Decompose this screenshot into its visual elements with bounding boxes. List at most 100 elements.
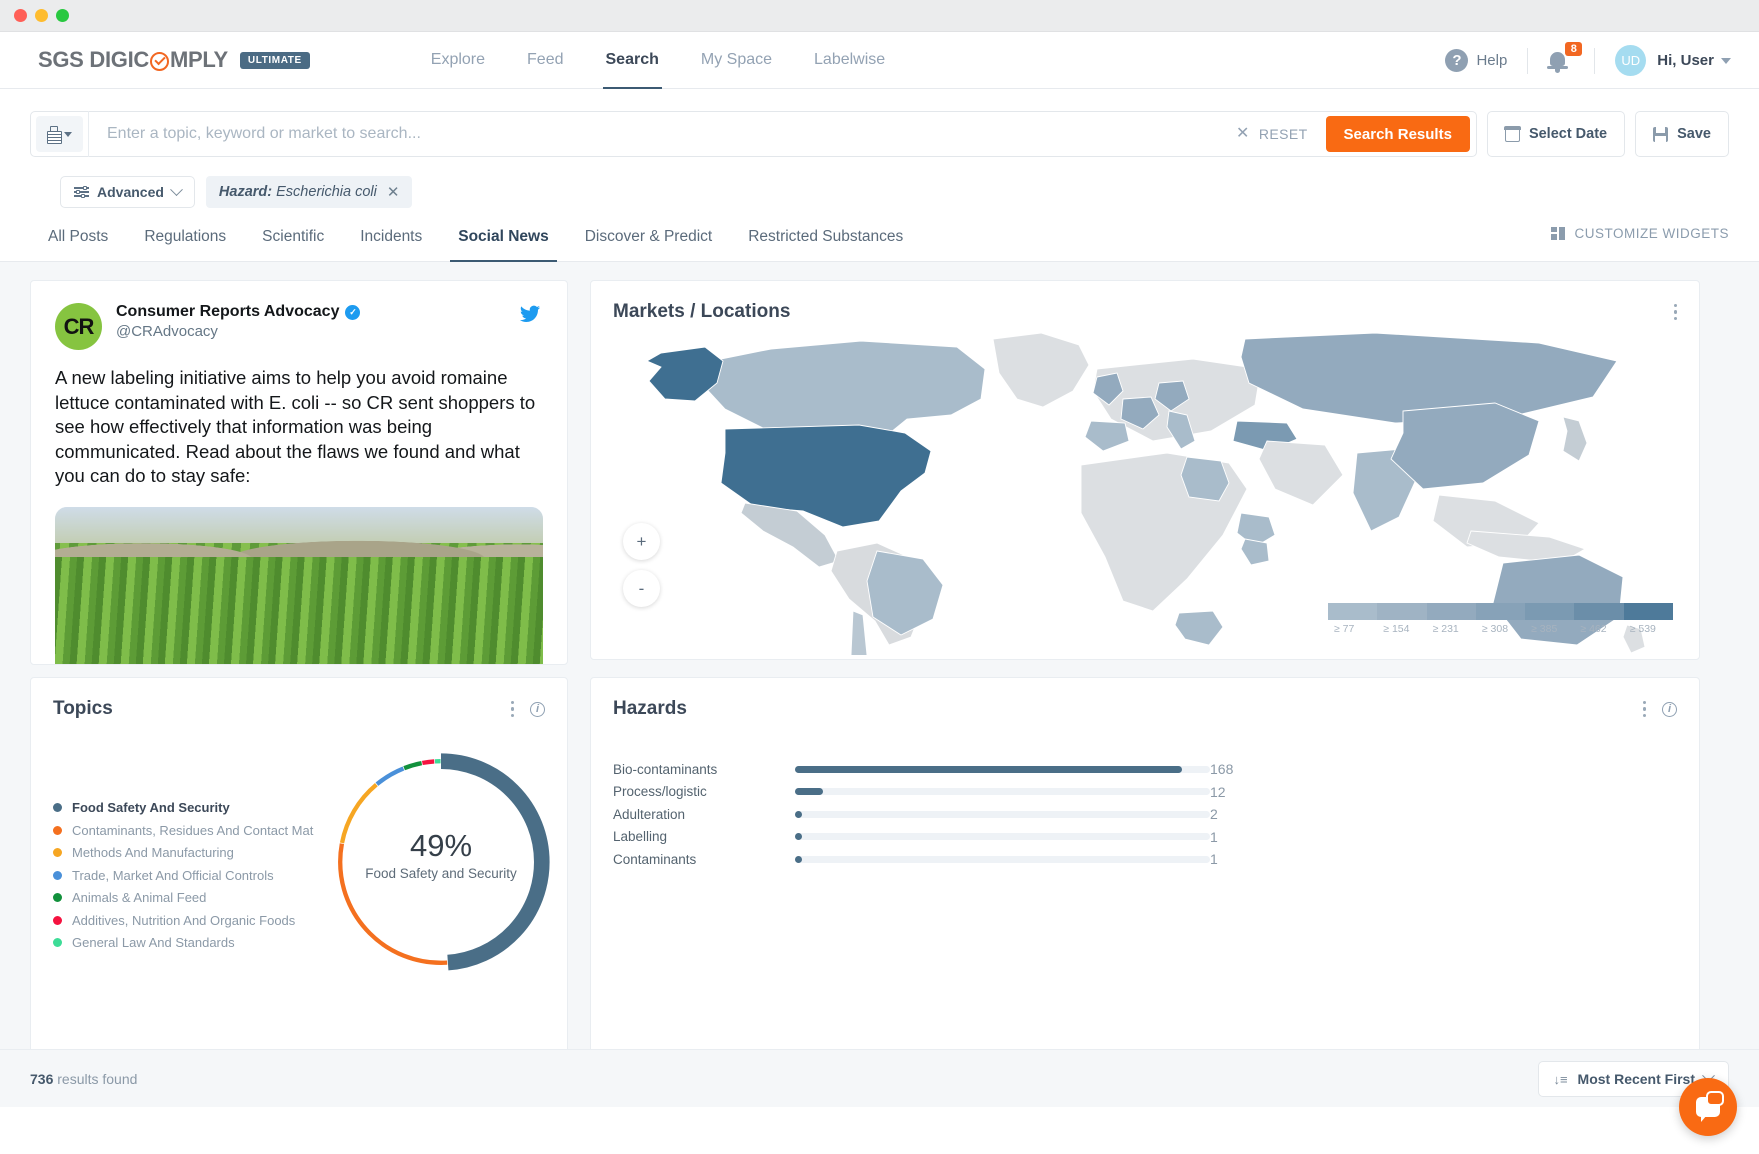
close-icon[interactable]: ✕ (387, 183, 400, 201)
nav-item-labelwise[interactable]: Labelwise (793, 32, 906, 89)
reset-button[interactable]: ✕ RESET (1218, 125, 1326, 143)
tab-restricted-substances[interactable]: Restricted Substances (730, 228, 921, 261)
legend-color-dot (53, 803, 62, 812)
region-greenland (992, 332, 1090, 408)
tweet-handle: @CRAdvocacy (116, 323, 218, 340)
window-maximize-button[interactable] (56, 9, 69, 22)
content-area: CR Consumer Reports Advocacy ✓ @CRAdvoca… (0, 262, 1759, 1107)
tweet-author: Consumer Reports Advocacy ✓ @CRAdvocacy (116, 303, 517, 340)
main-menu: Explore Feed Search My Space Labelwise (410, 32, 906, 89)
help-label: Help (1476, 52, 1508, 69)
user-menu-button[interactable]: Hi, User (1657, 52, 1731, 69)
topics-legend-item[interactable]: General Law And Standards (53, 935, 316, 950)
hazards-menu-icon[interactable] (1642, 700, 1646, 718)
save-button[interactable]: Save (1635, 111, 1729, 157)
topics-legend: Food Safety And Security Contaminants, Re… (31, 720, 316, 1050)
map-zoom-out-button[interactable]: - (623, 570, 660, 607)
category-icon (47, 126, 62, 144)
ultimate-badge: ULTIMATE (239, 51, 310, 69)
topics-legend-item[interactable]: Food Safety And Security (53, 800, 316, 815)
filter-chip-value: Escherichia coli (276, 184, 377, 200)
sliders-icon (74, 185, 89, 198)
search-box: ✕ RESET Search Results (30, 111, 1477, 157)
question-mark-icon: ? (1445, 49, 1469, 72)
hazards-title: Hazards (613, 698, 687, 719)
window-close-button[interactable] (14, 9, 27, 22)
brand-text-part1: SGS DIGIC (38, 47, 149, 72)
social-post-card[interactable]: CR Consumer Reports Advocacy ✓ @CRAdvoca… (30, 280, 568, 665)
select-date-button[interactable]: Select Date (1486, 111, 1626, 157)
chat-bubble-secondary-icon (1706, 1091, 1724, 1106)
legend-label: Trade, Market And Official Controls (72, 867, 274, 883)
topics-legend-item[interactable]: Contaminants, Residues And Contact Mat (53, 823, 316, 838)
hazard-row[interactable]: Contaminants 1 (591, 848, 1699, 871)
legend-color-dot (53, 870, 62, 880)
tweet-image[interactable] (55, 506, 543, 664)
nav-item-my-space[interactable]: My Space (680, 32, 793, 89)
topics-info-icon[interactable]: i (530, 701, 545, 717)
markets-locations-widget: Markets / Locations + - ≥ 77 ≥ 154 ≥ 231… (590, 280, 1700, 660)
topics-legend-item[interactable]: Additives, Nutrition And Organic Foods (53, 913, 316, 928)
hazard-row[interactable]: Process/logistic 12 (591, 781, 1699, 804)
hazard-row[interactable]: Labelling 1 (591, 826, 1699, 849)
close-icon: ✕ (1236, 125, 1250, 142)
hazard-value: 1 (1210, 851, 1218, 868)
hazards-info-icon[interactable]: i (1662, 701, 1677, 717)
search-input[interactable] (89, 125, 1219, 143)
window-minimize-button[interactable] (35, 9, 48, 22)
hazard-row[interactable]: Bio-contaminants 168 (591, 758, 1699, 781)
legend-color-dot (53, 938, 62, 947)
hazards-widget-header: Hazards i (591, 678, 1699, 720)
hazard-label: Adulteration (613, 806, 686, 822)
top-right-actions: ? Help 8 UD Hi, User (1445, 32, 1731, 89)
hazards-bar-chart: Bio-contaminants 168 Process/logistic 12 Adu… (591, 720, 1699, 871)
donut-center-text: 49% Food Safety and Security (321, 828, 561, 881)
notification-badge: 8 (1565, 41, 1583, 56)
tweet-header: CR Consumer Reports Advocacy ✓ @CRAdvoca… (31, 281, 567, 350)
legend-color-dot (53, 825, 62, 835)
topics-legend-item[interactable]: Methods And Manufacturing (53, 845, 316, 860)
help-button[interactable]: ? Help (1445, 49, 1507, 72)
search-results-button[interactable]: Search Results (1325, 116, 1470, 152)
topics-legend-item[interactable]: Trade, Market And Official Controls (53, 868, 316, 883)
legend-color-dot (53, 915, 62, 925)
hazard-row[interactable]: Adulteration 2 (591, 803, 1699, 826)
map-zoom-in-button[interactable]: + (623, 523, 660, 560)
legend-tick-label: ≥ 231 (1432, 623, 1459, 635)
tab-regulations[interactable]: Regulations (126, 228, 244, 261)
tab-social-news[interactable]: Social News (440, 228, 566, 262)
legend-swatch (1426, 603, 1476, 620)
chat-support-button[interactable] (1679, 1078, 1737, 1136)
tab-all-posts[interactable]: All Posts (30, 228, 126, 261)
hazard-bar-fill (795, 788, 823, 796)
topics-legend-item[interactable]: Animals & Animal Feed (53, 890, 316, 905)
topics-body: Food Safety And Security Contaminants, Re… (31, 720, 567, 1050)
notifications-button[interactable]: 8 (1547, 41, 1583, 74)
search-category-button[interactable] (36, 116, 83, 152)
hazard-bar-track (795, 855, 1210, 863)
topics-menu-icon[interactable] (510, 700, 514, 718)
filter-chip-hazard[interactable]: Hazard: Escherichia coli ✕ (205, 176, 413, 208)
hazard-bar-fill (795, 810, 803, 818)
bell-icon (1547, 51, 1569, 73)
map-menu-icon[interactable] (1673, 303, 1677, 321)
legend-tick-label: ≥ 539 (1629, 623, 1656, 635)
nav-item-feed[interactable]: Feed (506, 32, 584, 89)
tab-scientific[interactable]: Scientific (244, 228, 342, 261)
customize-widgets-button[interactable]: CUSTOMIZE WIDGETS (1551, 226, 1729, 241)
divider (1594, 47, 1596, 74)
map-legend: ≥ 77 ≥ 154 ≥ 231 ≥ 308 ≥ 385 ≥ 462 ≥ 539 (1328, 603, 1673, 635)
hazard-label: Bio-contaminants (613, 761, 718, 777)
nav-item-explore[interactable]: Explore (410, 32, 506, 89)
map-zoom-controls: + - (623, 523, 660, 617)
floppy-disk-icon (1653, 126, 1669, 142)
avatar[interactable]: UD (1615, 45, 1647, 76)
legend-label: Animals & Animal Feed (72, 890, 207, 905)
tab-discover-predict[interactable]: Discover & Predict (567, 228, 730, 261)
customize-widgets-label: CUSTOMIZE WIDGETS (1574, 226, 1729, 241)
advanced-filters-button[interactable]: Advanced (60, 176, 195, 208)
nav-item-search[interactable]: Search (585, 32, 680, 89)
tab-incidents[interactable]: Incidents (342, 228, 440, 261)
hazard-value: 2 (1210, 806, 1218, 823)
brand-logo[interactable]: SGS DIGIC MPLY ULTIMATE (38, 47, 310, 73)
